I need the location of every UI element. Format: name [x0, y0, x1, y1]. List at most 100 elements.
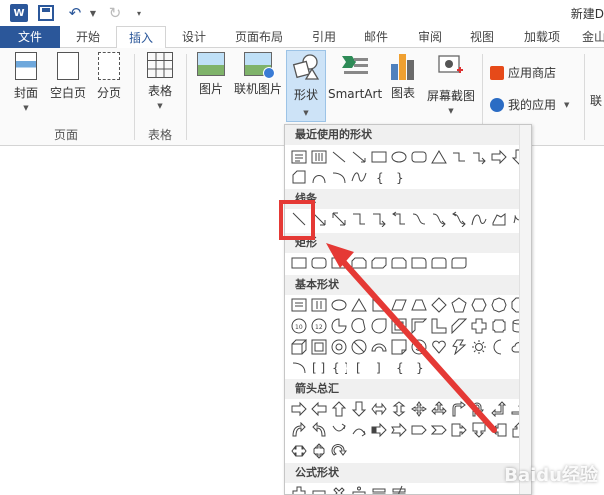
arc-2-icon[interactable] [291, 359, 307, 375]
undo-dropdown-icon[interactable]: ▼ [88, 3, 98, 23]
smartart-button[interactable]: SmartArt [328, 52, 382, 101]
heart-icon[interactable] [431, 339, 447, 355]
snip-diagonal-icon[interactable] [371, 255, 387, 271]
right-bracket-icon[interactable]: ] [371, 359, 387, 375]
basic-shapes-row-3[interactable] [291, 339, 531, 355]
isosceles-icon[interactable] [351, 297, 367, 313]
bent-arrow-icon[interactable] [451, 401, 467, 417]
tab-jinshan[interactable]: 金山 [574, 26, 604, 48]
page-break-button[interactable]: 分页 [92, 52, 126, 101]
trapezoid-icon[interactable] [411, 297, 427, 313]
striped-right-icon[interactable] [371, 422, 387, 438]
save-icon[interactable] [38, 5, 54, 21]
vertical-textbox-icon[interactable] [311, 149, 327, 165]
pie-icon[interactable] [331, 318, 347, 334]
right-triangle-icon[interactable] [371, 297, 387, 313]
math-equal-icon[interactable] [371, 485, 387, 495]
elbow-double-icon[interactable] [391, 211, 407, 227]
tab-design[interactable]: 设计 [172, 26, 216, 48]
tab-review[interactable]: 审阅 [408, 26, 452, 48]
table-button[interactable]: 表格 ▼ [142, 52, 178, 110]
plaque-icon[interactable] [491, 318, 507, 334]
chart-button[interactable]: 图表 [388, 52, 418, 101]
curved-left-icon[interactable] [311, 422, 327, 438]
undo-icon[interactable]: ↶ [66, 3, 84, 23]
down-callout-icon[interactable] [471, 422, 487, 438]
l-shape-icon[interactable] [431, 318, 447, 334]
triangle-icon[interactable] [431, 149, 447, 165]
double-brace-icon[interactable]: { } [331, 359, 347, 375]
rect-shape-icon[interactable] [291, 255, 307, 271]
chevron-icon[interactable] [431, 422, 447, 438]
plus-icon[interactable] [471, 318, 487, 334]
right-callout-icon[interactable] [451, 422, 467, 438]
up-down-arrow-icon[interactable] [391, 401, 407, 417]
quad-callout-icon[interactable] [311, 443, 327, 459]
cover-page-button[interactable]: 封面 ▼ [8, 52, 44, 112]
arc-icon[interactable] [331, 169, 347, 185]
curve-2-icon[interactable] [471, 211, 487, 227]
frame-icon[interactable] [391, 318, 407, 334]
shapes-button[interactable]: 形状 ▼ [286, 50, 326, 122]
snip-round-icon[interactable] [391, 255, 407, 271]
dodecagon-icon[interactable]: 12 [311, 318, 327, 334]
folded-corner-icon[interactable] [391, 339, 407, 355]
block-arc-icon[interactable] [371, 339, 387, 355]
tab-mailings[interactable]: 邮件 [354, 26, 398, 48]
tab-references[interactable]: 引用 [302, 26, 346, 48]
decagon-icon[interactable]: 10 [291, 318, 307, 334]
cube-icon[interactable] [291, 339, 307, 355]
basic-shapes-row-4[interactable]: [ ] { } [ ] { } [291, 359, 431, 375]
left-right-arrow-icon[interactable] [371, 401, 387, 417]
tab-home[interactable]: 开始 [64, 26, 112, 48]
diamond-icon[interactable] [431, 297, 447, 313]
basic-shapes-row-2[interactable]: 10 12 [291, 318, 531, 334]
diagonal-stripe-icon[interactable] [451, 318, 467, 334]
sun-icon[interactable] [471, 339, 487, 355]
bevel-icon[interactable] [311, 339, 327, 355]
left-brace-icon[interactable]: { [371, 169, 387, 185]
tab-file[interactable]: 文件 [0, 26, 60, 48]
partial-button[interactable]: 联 [588, 88, 604, 109]
oval-2-icon[interactable] [331, 297, 347, 313]
elbow-arrow-2-icon[interactable] [371, 211, 387, 227]
smiley-icon[interactable] [411, 339, 427, 355]
u-turn-icon[interactable] [471, 401, 487, 417]
tab-addins[interactable]: 加载项 [514, 26, 570, 48]
chord-icon[interactable] [351, 318, 367, 334]
half-frame-icon[interactable] [411, 318, 427, 334]
double-bracket-icon[interactable]: [ ] [311, 359, 327, 375]
pentagon-icon[interactable] [451, 297, 467, 313]
line-icon[interactable] [331, 149, 347, 165]
tab-page-layout[interactable]: 页面布局 [224, 26, 294, 48]
left-bracket-icon[interactable]: [ [351, 359, 367, 375]
lightning-icon[interactable] [451, 339, 467, 355]
donut-icon[interactable] [331, 339, 347, 355]
wave-icon[interactable] [351, 169, 367, 185]
moon-icon[interactable] [491, 339, 507, 355]
elbow-arrow-icon[interactable] [471, 149, 487, 165]
teardrop-icon[interactable] [371, 318, 387, 334]
rectangles-row[interactable] [291, 255, 471, 271]
elbow-icon[interactable] [351, 211, 367, 227]
customize-toolbar-icon[interactable]: ▾ [134, 3, 144, 23]
oval-icon[interactable] [391, 149, 407, 165]
right-brace-2-icon[interactable]: } [411, 359, 427, 375]
gallery-scrollbar[interactable] [519, 125, 531, 494]
math-minus-icon[interactable] [311, 485, 327, 495]
hexagon-icon[interactable] [471, 297, 487, 313]
redo-icon[interactable]: ↻ [106, 3, 124, 23]
blank-page-button[interactable]: 空白页 [48, 52, 88, 101]
curved-arrow-icon[interactable] [431, 211, 447, 227]
snip-single-icon[interactable] [331, 255, 347, 271]
curved-double-icon[interactable] [451, 211, 467, 227]
left-right-callout-icon[interactable] [291, 443, 307, 459]
rounded-rect-shape-icon[interactable] [311, 255, 327, 271]
curve-icon[interactable] [311, 169, 327, 185]
curved-up-icon[interactable] [331, 422, 347, 438]
no-symbol-icon[interactable] [351, 339, 367, 355]
arrows-row-2[interactable] [291, 422, 531, 438]
heptagon-icon[interactable] [491, 297, 507, 313]
recent-shapes-row-2[interactable]: { } [291, 169, 411, 185]
screenshot-button[interactable]: 屏幕截图 ▼ [424, 52, 478, 115]
